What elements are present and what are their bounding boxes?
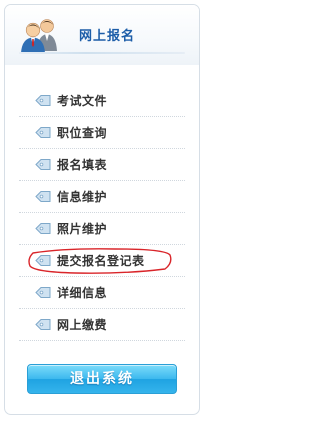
menu-item-submit-registration[interactable]: 提交报名登记表	[19, 245, 185, 277]
sidebar-menu: 考试文件 职位查询 报名填表 信息维护 照片维护 提交报名登记表 详细信息 网上…	[5, 85, 199, 341]
tag-icon	[35, 287, 51, 298]
tag-icon	[35, 319, 51, 330]
sidebar-header: 网上报名	[5, 5, 199, 65]
tag-icon	[35, 127, 51, 138]
menu-item-label: 网上缴费	[57, 318, 108, 332]
menu-item-position-query[interactable]: 职位查询	[19, 117, 185, 149]
header-divider	[19, 52, 185, 54]
tag-icon	[35, 223, 51, 234]
menu-item-info-maintenance[interactable]: 信息维护	[19, 181, 185, 213]
menu-item-label: 考试文件	[57, 94, 108, 108]
menu-item-details[interactable]: 详细信息	[19, 277, 185, 309]
tag-icon	[35, 95, 51, 106]
menu-item-photo-maintenance[interactable]: 照片维护	[19, 213, 185, 245]
tag-icon	[35, 255, 51, 266]
logout-button[interactable]: 退出系统	[27, 364, 177, 394]
tag-icon	[35, 191, 51, 202]
menu-item-online-payment[interactable]: 网上缴费	[19, 309, 185, 341]
menu-item-exam-documents[interactable]: 考试文件	[19, 85, 185, 117]
menu-item-label: 职位查询	[57, 126, 108, 140]
menu-item-fill-form[interactable]: 报名填表	[19, 149, 185, 181]
menu-item-label: 报名填表	[57, 158, 108, 172]
menu-item-label: 信息维护	[57, 190, 108, 204]
logout-label: 退出系统	[70, 371, 134, 387]
menu-item-label: 照片维护	[57, 222, 108, 236]
menu-item-label: 提交报名登记表	[57, 254, 145, 268]
sidebar-title: 网上报名	[79, 29, 136, 44]
tag-icon	[35, 159, 51, 170]
registration-sidebar: 网上报名 考试文件 职位查询 报名填表 信息维护 照片维护 提交报名登记表 详细…	[4, 4, 200, 415]
users-icon	[21, 19, 57, 53]
menu-item-label: 详细信息	[57, 286, 108, 300]
